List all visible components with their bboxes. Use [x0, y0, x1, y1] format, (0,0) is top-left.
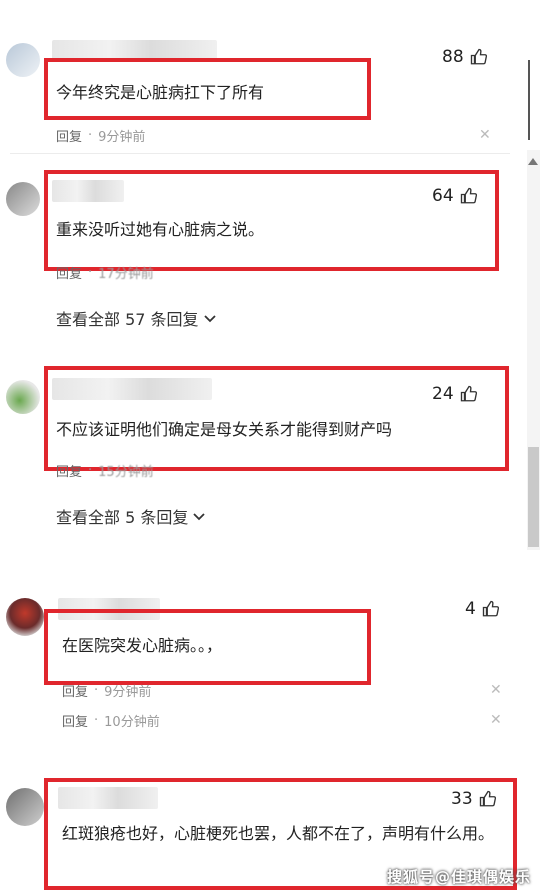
close-icon[interactable]: ✕ [490, 682, 502, 698]
view-all-label: 查看全部 5 条回复 [56, 508, 189, 527]
thumbs-up-icon [470, 48, 487, 65]
scrollbar-thumb[interactable] [528, 447, 539, 547]
avatar[interactable] [6, 182, 40, 216]
like-button[interactable]: 88 [442, 47, 488, 67]
comment-text: 红斑狼疮也好，心脏梗死也罢，人都不在了，声明有什么用。 [62, 824, 495, 843]
comment-text: 今年终究是心脏病扛下了所有 [56, 83, 265, 102]
comment-text: 重来没听过她有心脏病之说。 [56, 220, 265, 239]
timestamp: 15分钟前 [98, 465, 154, 480]
view-all-replies[interactable]: 查看全部 5 条回复 [56, 504, 206, 528]
view-all-replies[interactable]: 查看全部 57 条回复 [56, 306, 217, 330]
timestamp: 10分钟前 [104, 715, 160, 730]
reply-link[interactable]: 回复 [56, 461, 82, 480]
reply-link[interactable]: 回复 [56, 126, 82, 145]
thumbs-up-icon [482, 600, 499, 617]
like-button[interactable]: 4 [465, 599, 500, 619]
close-icon[interactable]: ✕ [479, 127, 491, 143]
close-icon[interactable]: ✕ [490, 712, 502, 728]
scroll-up-arrow-icon[interactable] [528, 158, 538, 165]
chevron-down-icon [203, 315, 216, 323]
comment-text: 不应该证明他们确定是母女关系才能得到财产吗 [56, 420, 393, 439]
avatar[interactable] [6, 598, 44, 636]
comment-meta: 回复 · 9分钟前 [62, 681, 152, 700]
avatar[interactable] [6, 788, 44, 826]
view-all-label: 查看全部 57 条回复 [56, 310, 199, 329]
comment-meta: 回复 · 10分钟前 [62, 711, 160, 730]
chevron-down-icon [193, 513, 205, 521]
like-count: 4 [465, 599, 476, 619]
comment-meta: 回复 · 17分钟前 [56, 263, 154, 282]
reply-link[interactable]: 回复 [56, 263, 82, 282]
avatar[interactable] [6, 380, 40, 414]
avatar[interactable] [6, 43, 40, 77]
timestamp: 9分钟前 [104, 685, 152, 700]
timestamp: 9分钟前 [98, 130, 146, 145]
reply-link[interactable]: 回复 [62, 711, 88, 730]
timestamp: 17分钟前 [98, 267, 154, 282]
comment-meta: 回复 · 9分钟前 [56, 126, 146, 145]
scroll-edge [528, 60, 530, 140]
reply-link[interactable]: 回复 [62, 681, 88, 700]
divider [10, 153, 510, 154]
comment-meta: 回复 · 15分钟前 [56, 461, 154, 480]
watermark: 搜狐号@佳琪偶娱乐 [387, 868, 532, 886]
like-count: 88 [442, 47, 464, 67]
comment-text: 在医院突发心脏病。。， [62, 636, 223, 655]
